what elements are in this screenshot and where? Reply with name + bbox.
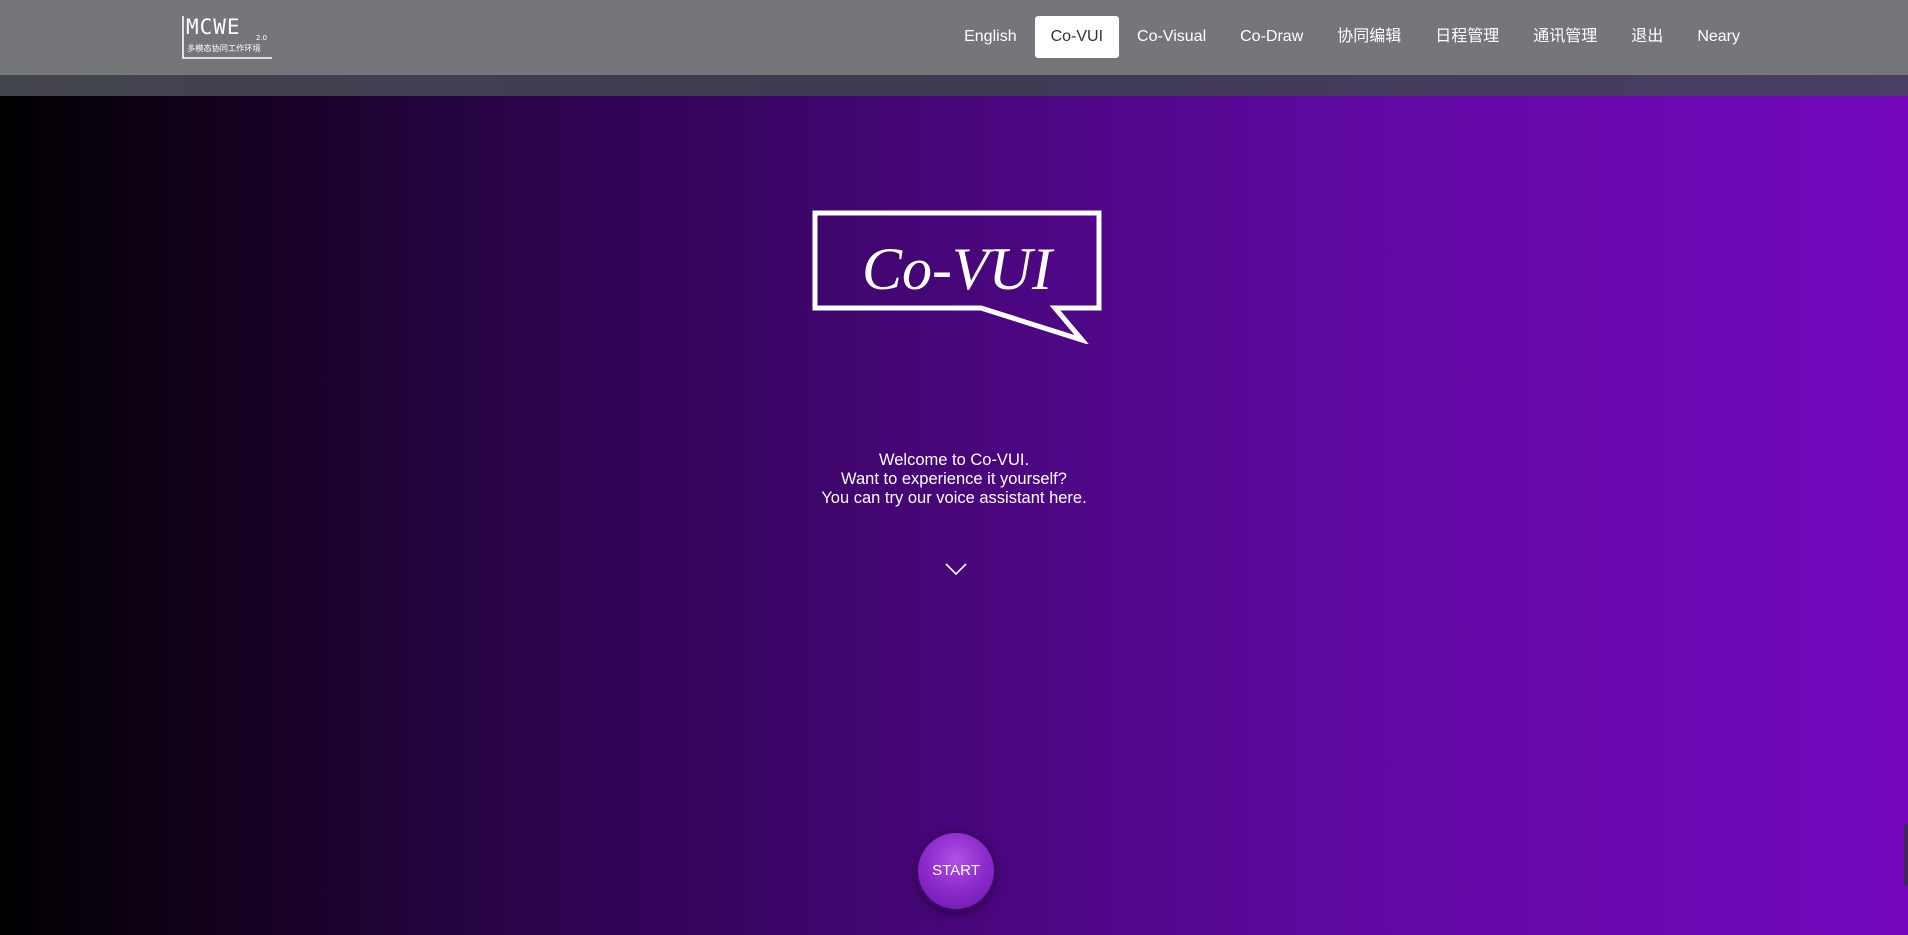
nav-menu: English Co-VUI Co-Visual Co-Draw 协同编辑 日程…	[946, 16, 1756, 58]
mcwe-logo[interactable]: MCWE 2.0 多模态协同工作环境	[180, 14, 276, 62]
side-scroll-tab[interactable]	[1904, 824, 1908, 886]
mcwe-logo-graphic: MCWE 2.0 多模态协同工作环境	[182, 15, 272, 59]
navbar-shadow-strip	[0, 75, 1908, 96]
hero-section: Co-VUI Welcome to Co-VUI. Want to experi…	[0, 96, 1908, 935]
welcome-line-2: Want to experience it yourself?	[841, 470, 1067, 488]
logo-main-text: MCWE	[186, 15, 241, 39]
start-button[interactable]: START	[918, 833, 994, 909]
logo-version-text: 2.0	[256, 34, 267, 42]
nav-item-collab-edit[interactable]: 协同编辑	[1321, 16, 1417, 58]
welcome-line-3: You can try our voice assistant here.	[821, 489, 1087, 507]
nav-item-logout[interactable]: 退出	[1615, 16, 1679, 58]
welcome-message: Welcome to Co-VUI. Want to experience it…	[704, 451, 1204, 508]
top-navbar: MCWE 2.0 多模态协同工作环境 English Co-VUI Co-Vis…	[0, 0, 1908, 75]
nav-item-communication[interactable]: 通讯管理	[1517, 16, 1613, 58]
nav-item-schedule[interactable]: 日程管理	[1419, 16, 1515, 58]
nav-item-co-visual[interactable]: Co-Visual	[1121, 16, 1222, 58]
co-vui-logo-text: Co-VUI	[862, 236, 1055, 302]
chevron-down-icon[interactable]	[945, 562, 967, 576]
nav-item-user[interactable]: Neary	[1681, 16, 1756, 58]
nav-item-co-draw[interactable]: Co-Draw	[1224, 16, 1319, 58]
co-vui-logo: Co-VUI	[812, 210, 1102, 344]
nav-item-co-vui[interactable]: Co-VUI	[1034, 16, 1120, 58]
welcome-line-1: Welcome to Co-VUI.	[878, 451, 1030, 469]
logo-subtitle-text: 多模态协同工作环境	[187, 43, 261, 53]
nav-item-english[interactable]: English	[948, 16, 1032, 58]
